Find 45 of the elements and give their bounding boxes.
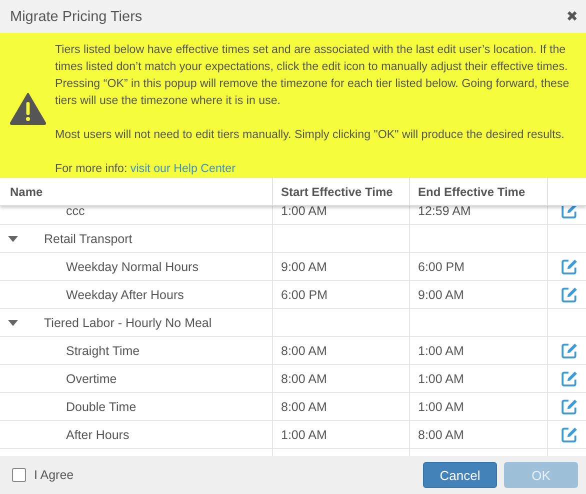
start-time: 8:00 AM: [281, 344, 327, 358]
end-time: 9:00 AM: [418, 288, 464, 302]
tier-name: Straight Time: [66, 344, 140, 358]
edit-icon[interactable]: [560, 398, 578, 415]
tier-name: After Hours: [66, 428, 130, 442]
caret-icon[interactable]: [8, 320, 18, 326]
help-center-link[interactable]: visit our Help Center: [130, 162, 236, 175]
warning-icon: [10, 93, 46, 125]
caret-icon[interactable]: [8, 236, 18, 242]
notice-text: Tiers listed below have effective times set and are associated with the last edit user’s location. If the times listed don’t match your expectations, click the edit icon to manually adjust their effective times. Pressing “OK” in this popup will remove the timezone for each tier listed below. Going forward, these tiers will use the timezone where it is in use.: [55, 42, 570, 109]
window-title: Migrate Pricing Tiers: [10, 8, 142, 24]
start-time: 8:00 AM: [281, 400, 327, 414]
end-time: 12:59 AM: [418, 206, 471, 218]
tier-name: Weekday Normal Hours: [66, 260, 198, 274]
agree-label: I Agree: [34, 468, 74, 482]
end-time: 1:00 AM: [418, 372, 464, 386]
end-time: 6:00 PM: [418, 260, 465, 274]
agree-checkbox[interactable]: [12, 468, 26, 482]
end-time: 1:00 AM: [418, 344, 464, 358]
edit-icon[interactable]: [560, 286, 578, 303]
edit-icon[interactable]: [560, 342, 578, 359]
start-time: 6:00 PM: [281, 288, 328, 302]
notice-text: Most users will not need to edit tiers manually. Simply clicking "OK" will produce the desired results.: [55, 127, 566, 143]
group-name: Retail Transport: [44, 232, 132, 246]
tier-name: ccc: [66, 206, 85, 218]
start-time: 8:00 AM: [281, 372, 327, 386]
tier-name: Overtime: [66, 372, 117, 386]
tier-name: Double Time: [66, 400, 136, 414]
column-header: Start Effective Time: [273, 178, 410, 205]
end-time: 8:00 AM: [418, 428, 464, 442]
start-time: 1:00 AM: [281, 206, 327, 218]
edit-icon[interactable]: [560, 206, 578, 219]
column-header: End Effective Time: [410, 178, 548, 205]
edit-icon[interactable]: [560, 370, 578, 387]
start-time: 1:00 AM: [281, 428, 327, 442]
tier-name: Weekday After Hours: [66, 288, 184, 302]
close-button[interactable]: ✖: [566, 8, 578, 24]
end-time: 1:00 AM: [418, 400, 464, 414]
edit-icon[interactable]: [560, 426, 578, 443]
info-label: For more info:: [55, 162, 128, 175]
group-name: Tiered Labor - Hourly No Meal: [44, 316, 212, 330]
cancel-button[interactable]: Cancel: [423, 462, 497, 488]
start-time: 9:00 AM: [281, 260, 327, 274]
column-header: Name: [0, 178, 273, 205]
edit-icon[interactable]: [560, 258, 578, 275]
